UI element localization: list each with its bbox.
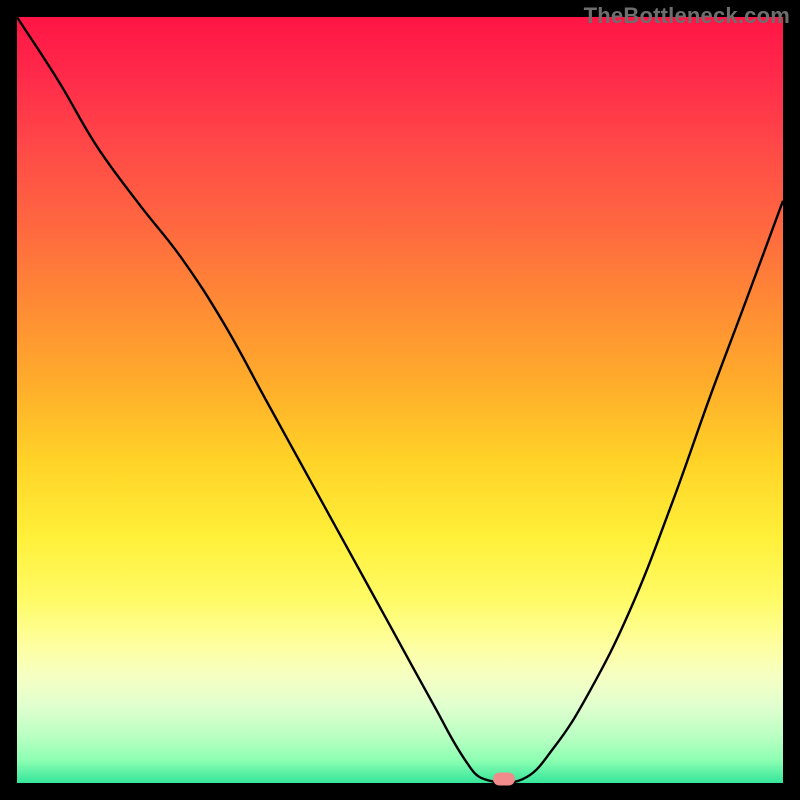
chart-frame: TheBottleneck.com <box>0 0 800 800</box>
plot-area <box>17 17 783 783</box>
optimal-marker <box>493 773 515 786</box>
bottleneck-curve <box>17 17 783 783</box>
